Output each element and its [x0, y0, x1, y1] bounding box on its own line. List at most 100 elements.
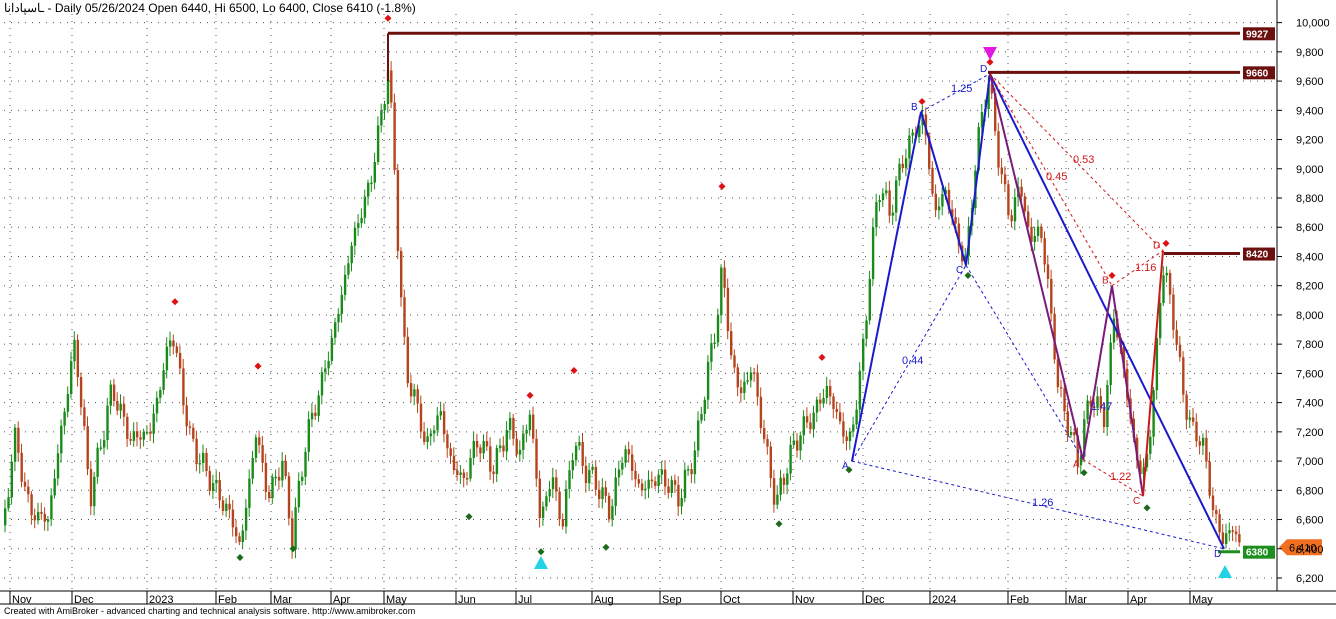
candle-body: [838, 412, 842, 422]
candle-body: [574, 445, 578, 461]
candle-body: [284, 460, 287, 477]
candle-body: [904, 158, 908, 169]
candle-body: [304, 451, 307, 477]
candle-body: [43, 513, 46, 522]
candle-body: [334, 322, 337, 338]
candle-body: [647, 479, 650, 489]
candle-body: [997, 131, 1000, 168]
candle-body: [657, 474, 660, 486]
ratio-line: [965, 264, 1084, 460]
candle-body: [254, 437, 258, 458]
candle-body: [1040, 226, 1043, 239]
y-tick-label: 6,800: [1296, 485, 1324, 497]
swing-low-marker: [1080, 469, 1088, 477]
plot-bg: [0, 0, 1336, 619]
candle-body: [241, 530, 244, 542]
candle-body: [152, 413, 155, 434]
candle-body: [555, 477, 558, 492]
candle-body: [598, 489, 601, 500]
candle-body: [258, 437, 261, 446]
candlesticks: [4, 61, 1241, 559]
candle-body: [142, 431, 145, 440]
level-tag-label: 9927: [1246, 29, 1269, 40]
candle-body: [20, 452, 23, 482]
candle-body: [769, 446, 772, 479]
candle-body: [221, 500, 225, 512]
candle-body: [868, 279, 871, 321]
candle-body: [1007, 184, 1010, 216]
candle-body: [871, 227, 875, 280]
candle-body: [508, 417, 512, 431]
harmonic-pattern: ABCDABCDD1.250.440.530.451.161.471.221.2…: [842, 64, 1225, 560]
candle-body: [660, 469, 664, 475]
candle-body: [475, 440, 479, 448]
candle-body: [1211, 495, 1215, 510]
candle-body: [1056, 359, 1060, 388]
candle-body: [1162, 275, 1165, 304]
candle-body: [1063, 388, 1066, 412]
candle-body: [155, 397, 159, 414]
candle-body: [400, 251, 403, 298]
candle-body: [713, 342, 716, 344]
candle-body: [294, 507, 297, 550]
candle-body: [789, 444, 792, 474]
candle-body: [1188, 417, 1192, 420]
pattern-point-label: D: [1153, 241, 1160, 252]
candle-body: [1172, 294, 1175, 330]
candle-body: [624, 449, 627, 463]
candle-body: [106, 405, 109, 441]
candle-body: [436, 415, 439, 431]
candle-body: [779, 477, 782, 495]
candle-body: [274, 476, 277, 479]
candle-body: [462, 472, 466, 479]
candle-body: [677, 484, 680, 507]
candle-body: [802, 416, 805, 436]
swing-high-marker: [171, 298, 179, 306]
candle-body: [215, 479, 218, 484]
ratio-label: 1.16: [1135, 262, 1156, 274]
candle-body: [297, 480, 301, 508]
candle-body: [442, 411, 446, 435]
candle-body: [390, 70, 393, 103]
candle-body: [479, 447, 482, 454]
candle-body: [446, 434, 449, 449]
candle-body: [13, 427, 17, 462]
candle-body: [1215, 509, 1218, 515]
buy-signal-arrow: [534, 556, 548, 569]
candle-body: [406, 336, 409, 384]
candle-body: [538, 478, 541, 518]
candle-body: [178, 352, 182, 369]
candle-body: [472, 440, 475, 458]
leg-bc2: [1111, 285, 1144, 497]
candle-body: [281, 460, 284, 481]
candle-body: [743, 381, 746, 394]
candle-body: [291, 518, 294, 550]
swing-markers: [171, 14, 1232, 578]
candle-body: [749, 372, 753, 381]
candle-body: [27, 486, 30, 495]
price-chart[interactable]: 9927966084206380 6,410 ABCDABCDD1.250.440…: [0, 0, 1336, 619]
candle-body: [357, 223, 360, 228]
candle-body: [654, 481, 657, 486]
candle-body: [202, 452, 205, 463]
candle-body: [591, 466, 594, 470]
candle-body: [796, 440, 799, 451]
candle-body: [268, 491, 271, 499]
swing-high-marker: [384, 14, 392, 22]
candle-body: [730, 331, 733, 356]
candle-body: [287, 476, 291, 519]
y-tick-label: 8,400: [1296, 251, 1324, 263]
candle-body: [169, 340, 172, 347]
candle-body: [1192, 417, 1195, 422]
candle-body: [1086, 400, 1089, 420]
candle-body: [584, 465, 588, 484]
candle-body: [627, 449, 631, 455]
candle-body: [499, 445, 502, 449]
swing-high-marker: [918, 98, 926, 106]
candle-body: [706, 361, 710, 400]
candle-body: [792, 440, 796, 445]
y-tick-label: 8,600: [1296, 222, 1324, 234]
swing-low-marker: [775, 520, 783, 528]
y-tick-label: 6,400: [1296, 544, 1324, 556]
candle-body: [937, 206, 941, 211]
